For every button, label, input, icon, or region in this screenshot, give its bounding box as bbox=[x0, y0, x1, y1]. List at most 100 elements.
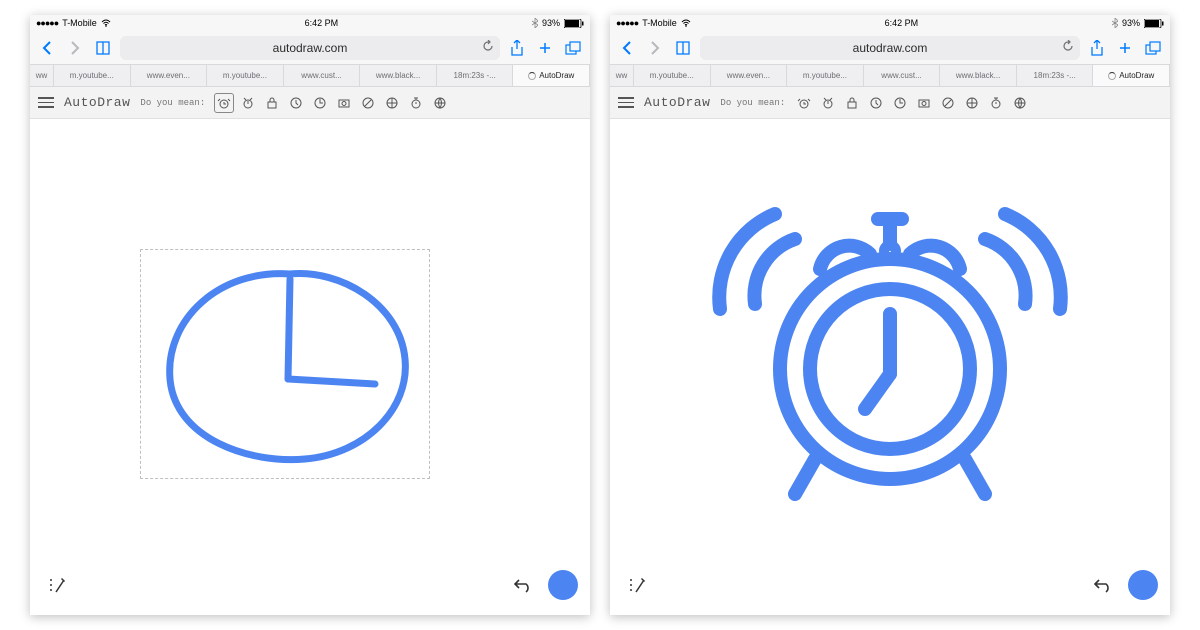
lock-icon[interactable] bbox=[263, 94, 281, 112]
url-field[interactable]: autodraw.com bbox=[120, 36, 500, 60]
status-time: 6:42 PM bbox=[885, 18, 919, 28]
user-sketch bbox=[140, 249, 430, 479]
camera-icon[interactable] bbox=[915, 94, 933, 112]
tab-item[interactable]: www.even... bbox=[131, 65, 208, 86]
url-text: autodraw.com bbox=[273, 41, 348, 55]
result-artwork-alarm-clock bbox=[700, 159, 1080, 519]
browser-nav-bar: autodraw.com bbox=[610, 31, 1170, 65]
tab-item-active[interactable]: AutoDraw bbox=[513, 65, 590, 86]
back-button[interactable] bbox=[36, 37, 58, 59]
tabs-button[interactable] bbox=[1142, 37, 1164, 59]
loading-spinner-icon bbox=[528, 72, 536, 80]
tab-item[interactable]: m.youtube... bbox=[787, 65, 864, 86]
alarm-clock-alt-icon[interactable] bbox=[819, 94, 837, 112]
app-title: AutoDraw bbox=[644, 95, 710, 110]
globe-icon[interactable] bbox=[431, 94, 449, 112]
undo-button[interactable] bbox=[508, 570, 538, 600]
forward-button[interactable] bbox=[644, 37, 666, 59]
tab-item[interactable]: m.youtube... bbox=[634, 65, 711, 86]
tab-strip: ww m.youtube... www.even... m.youtube...… bbox=[30, 65, 590, 87]
color-picker-button[interactable] bbox=[1128, 570, 1158, 600]
url-text: autodraw.com bbox=[853, 41, 928, 55]
bookmarks-button[interactable] bbox=[92, 37, 114, 59]
drawing-canvas[interactable] bbox=[30, 119, 590, 615]
bookmarks-button[interactable] bbox=[672, 37, 694, 59]
device-right: ●●●●● T-Mobile 6:42 PM 93% autodraw.com … bbox=[610, 15, 1170, 615]
app-toolbar: AutoDraw Do you mean: bbox=[610, 87, 1170, 119]
battery-icon bbox=[564, 19, 584, 28]
tab-item[interactable]: www.black... bbox=[940, 65, 1017, 86]
tab-item[interactable]: m.youtube... bbox=[54, 65, 131, 86]
tab-item[interactable]: 18m:23s -... bbox=[1017, 65, 1094, 86]
signal-dots: ●●●●● bbox=[616, 18, 638, 28]
tab-overflow[interactable]: ww bbox=[610, 65, 634, 86]
bluetooth-icon bbox=[532, 18, 538, 28]
drawing-canvas[interactable] bbox=[610, 119, 1170, 615]
carrier-label: T-Mobile bbox=[62, 18, 97, 28]
crosshair-icon[interactable] bbox=[963, 94, 981, 112]
device-left: ●●●●● T-Mobile 6:42 PM 93% autodraw.com … bbox=[30, 15, 590, 615]
clock-alt-icon[interactable] bbox=[891, 94, 909, 112]
color-picker-button[interactable] bbox=[548, 570, 578, 600]
wifi-icon bbox=[101, 19, 111, 27]
stopwatch-icon[interactable] bbox=[407, 94, 425, 112]
share-button[interactable] bbox=[1086, 37, 1108, 59]
tab-strip: ww m.youtube... www.even... m.youtube...… bbox=[610, 65, 1170, 87]
battery-pct: 93% bbox=[542, 18, 560, 28]
suggestion-prompt: Do you mean: bbox=[140, 98, 205, 108]
url-field[interactable]: autodraw.com bbox=[700, 36, 1080, 60]
reload-icon[interactable] bbox=[482, 40, 494, 55]
alarm-clock-alt-icon[interactable] bbox=[239, 94, 257, 112]
camera-icon[interactable] bbox=[335, 94, 353, 112]
clock-icon[interactable] bbox=[287, 94, 305, 112]
back-button[interactable] bbox=[616, 37, 638, 59]
clock-alt-icon[interactable] bbox=[311, 94, 329, 112]
autodraw-tool-button[interactable] bbox=[622, 570, 652, 600]
status-time: 6:42 PM bbox=[305, 18, 339, 28]
alarm-clock-icon[interactable] bbox=[215, 94, 233, 112]
tab-item[interactable]: www.black... bbox=[360, 65, 437, 86]
stopwatch-icon[interactable] bbox=[987, 94, 1005, 112]
status-bar: ●●●●● T-Mobile 6:42 PM 93% bbox=[610, 15, 1170, 31]
tab-item[interactable]: 18m:23s -... bbox=[437, 65, 514, 86]
tab-item[interactable]: www.even... bbox=[711, 65, 788, 86]
new-tab-button[interactable] bbox=[1114, 37, 1136, 59]
loading-spinner-icon bbox=[1108, 72, 1116, 80]
new-tab-button[interactable] bbox=[534, 37, 556, 59]
app-title: AutoDraw bbox=[64, 95, 130, 110]
suggestion-row bbox=[215, 94, 449, 112]
tabs-button[interactable] bbox=[562, 37, 584, 59]
forward-button[interactable] bbox=[64, 37, 86, 59]
wifi-icon bbox=[681, 19, 691, 27]
lock-icon[interactable] bbox=[843, 94, 861, 112]
app-toolbar: AutoDraw Do you mean: bbox=[30, 87, 590, 119]
reload-icon[interactable] bbox=[1062, 40, 1074, 55]
tab-item[interactable]: m.youtube... bbox=[207, 65, 284, 86]
battery-icon bbox=[1144, 19, 1164, 28]
crosshair-icon[interactable] bbox=[383, 94, 401, 112]
tab-overflow[interactable]: ww bbox=[30, 65, 54, 86]
suggestion-prompt: Do you mean: bbox=[720, 98, 785, 108]
suggestion-row bbox=[795, 94, 1029, 112]
share-button[interactable] bbox=[506, 37, 528, 59]
carrier-label: T-Mobile bbox=[642, 18, 677, 28]
tab-item[interactable]: www.cust... bbox=[864, 65, 941, 86]
status-bar: ●●●●● T-Mobile 6:42 PM 93% bbox=[30, 15, 590, 31]
autodraw-tool-button[interactable] bbox=[42, 570, 72, 600]
tab-item[interactable]: www.cust... bbox=[284, 65, 361, 86]
undo-button[interactable] bbox=[1088, 570, 1118, 600]
canvas-tools bbox=[30, 565, 590, 605]
tab-item-active[interactable]: AutoDraw bbox=[1093, 65, 1170, 86]
alarm-clock-icon[interactable] bbox=[795, 94, 813, 112]
canvas-tools bbox=[610, 565, 1170, 605]
signal-dots: ●●●●● bbox=[36, 18, 58, 28]
compass-icon[interactable] bbox=[939, 94, 957, 112]
battery-pct: 93% bbox=[1122, 18, 1140, 28]
menu-button[interactable] bbox=[38, 97, 54, 108]
menu-button[interactable] bbox=[618, 97, 634, 108]
globe-icon[interactable] bbox=[1011, 94, 1029, 112]
browser-nav-bar: autodraw.com bbox=[30, 31, 590, 65]
clock-icon[interactable] bbox=[867, 94, 885, 112]
compass-icon[interactable] bbox=[359, 94, 377, 112]
bluetooth-icon bbox=[1112, 18, 1118, 28]
